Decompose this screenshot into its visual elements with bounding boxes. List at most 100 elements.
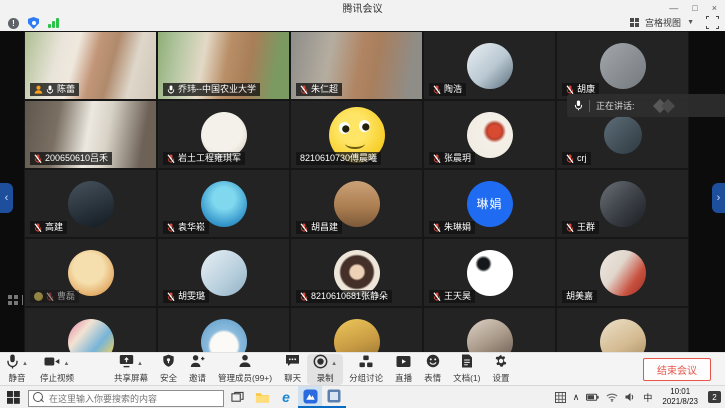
toolbar-item-chat[interactable]: 聊天 — [278, 354, 307, 385]
participant-name: 陈蕾 — [57, 83, 75, 96]
action-center-icon[interactable]: 2 — [708, 391, 721, 403]
toolbar-item-doc[interactable]: 文档(1) — [447, 354, 486, 385]
toolbar-item-share[interactable]: ▲共享屏幕 — [108, 354, 154, 385]
caret-up-icon[interactable]: ▲ — [63, 361, 69, 367]
toolbar-item-shield[interactable]: 安全 — [154, 354, 183, 385]
participant-name: 朱琳娟 — [444, 221, 471, 234]
mic-muted-icon — [167, 154, 175, 164]
participant-tile[interactable]: 朱仁超 — [291, 32, 422, 99]
maximize-button[interactable]: □ — [692, 3, 697, 13]
windows-taskbar: e ∧ 中 10:01 202 — [0, 385, 725, 408]
participant-tile[interactable]: 袁华崧 — [158, 170, 289, 237]
toolbar-item-breakout[interactable]: 分组讨论 — [343, 354, 389, 385]
start-button[interactable] — [0, 386, 26, 408]
file-explorer-button[interactable] — [250, 386, 274, 408]
emoji-icon — [426, 354, 440, 373]
tencent-meeting-app-button[interactable] — [298, 386, 322, 408]
tray-expand-icon[interactable]: ∧ — [573, 392, 580, 403]
avatar — [604, 116, 642, 154]
participant-tile[interactable]: 曹磊 — [25, 239, 156, 306]
participant-name: 王天昊 — [444, 290, 471, 303]
caret-up-icon[interactable]: ▲ — [331, 361, 337, 367]
speaker-icon[interactable] — [625, 392, 636, 402]
fullscreen-icon[interactable] — [706, 16, 719, 29]
toolbar-item-record[interactable]: ▲录制 — [307, 354, 343, 385]
toolbar-item-label: 聊天 — [284, 372, 301, 384]
ime-language-indicator[interactable]: 中 — [643, 391, 652, 404]
participant-tile[interactable]: 胡美嘉 — [557, 239, 688, 306]
participant-tile[interactable]: 8210610681张静朵 — [291, 239, 422, 306]
speaking-label: 正在讲话: — [596, 99, 635, 112]
participant-tile[interactable]: 胡雯璐 — [158, 239, 289, 306]
caret-up-icon[interactable]: ▲ — [137, 361, 143, 367]
next-page-button[interactable]: › — [712, 183, 725, 213]
battery-icon[interactable] — [586, 392, 599, 402]
toolbar-item-label: 静音 — [8, 372, 25, 384]
caret-up-icon[interactable]: ▲ — [22, 361, 28, 367]
participant-tile[interactable]: 胡昌建 — [291, 170, 422, 237]
mic-on-icon — [167, 85, 175, 95]
info-icon[interactable]: ! — [8, 18, 19, 29]
system-tray: ∧ 中 10:01 2021/8/23 2 — [555, 387, 725, 407]
participant-tile[interactable]: 8210610730傅晨曦 — [291, 101, 422, 168]
chevron-down-icon[interactable]: ▼ — [687, 19, 694, 26]
toolbar-item-label: 文档(1) — [453, 372, 480, 384]
participant-name: 胡美嘉 — [566, 290, 593, 303]
participant-tile[interactable]: 王天昊 — [424, 239, 555, 306]
camera-icon — [44, 355, 60, 373]
host-icon — [34, 85, 43, 94]
invite-icon — [190, 354, 205, 373]
reaction-emoji-icon — [34, 292, 43, 301]
close-button[interactable]: × — [712, 3, 717, 13]
logo-watermark-icon — [649, 99, 683, 113]
window-titlebar: 腾讯会议 — □ × — [0, 0, 725, 15]
participant-name: 曹磊 — [57, 290, 75, 303]
participant-tile[interactable]: 琳娟朱琳娟 — [424, 170, 555, 237]
participant-tile[interactable]: 岩土工程雍琪军 — [158, 101, 289, 168]
ime-toolbox-icon[interactable] — [555, 392, 566, 403]
search-input[interactable] — [28, 390, 224, 407]
participant-tile[interactable]: 高建 — [25, 170, 156, 237]
toolbar-item-camera[interactable]: ▲停止视频 — [34, 354, 80, 385]
toolbar-item-invite[interactable]: 邀请 — [183, 354, 212, 385]
toolbar-item-members[interactable]: 管理成员(99+) — [212, 354, 278, 385]
participant-name: 胡昌建 — [311, 221, 338, 234]
participant-tile[interactable]: 王群 — [557, 170, 688, 237]
task-view-button[interactable] — [224, 386, 250, 408]
avatar — [201, 181, 247, 227]
mic-muted-icon — [433, 292, 441, 302]
participant-label: crj — [562, 152, 591, 165]
participant-tile[interactable]: 陈蕾 — [25, 32, 156, 99]
participant-label: 陶浩 — [429, 83, 466, 96]
toolbar-item-emoji[interactable]: 表情 — [418, 354, 447, 385]
layout-overlay[interactable] — [8, 295, 23, 305]
video-stage: 陈蕾乔玮--中国农业大学朱仁超陶浩胡康200650610吕禾岩土工程雍琪军821… — [0, 31, 725, 385]
participant-tile[interactable]: 乔玮--中国农业大学 — [158, 32, 289, 99]
participant-name: 张晨玥 — [444, 152, 471, 165]
taskbar-search[interactable] — [28, 389, 224, 406]
toolbar-item-gear[interactable]: 设置 — [487, 354, 516, 385]
prev-page-button[interactable]: ‹ — [0, 183, 13, 213]
signal-icon[interactable] — [48, 18, 59, 28]
mic-muted-icon — [300, 223, 308, 233]
edge-browser-button[interactable]: e — [274, 386, 298, 408]
participant-tile[interactable]: 200650610吕禾 — [25, 101, 156, 168]
view-mode-selector[interactable]: 宫格视图 — [645, 16, 681, 29]
taskbar-clock[interactable]: 10:01 2021/8/23 — [662, 387, 698, 407]
participant-tile[interactable]: 张晨玥 — [424, 101, 555, 168]
toolbar-item-live[interactable]: 直播 — [389, 354, 418, 385]
participant-label: 曹磊 — [30, 290, 79, 303]
minimize-button[interactable]: — — [669, 3, 678, 13]
toolbar-item-mic[interactable]: ▲ 静音 — [0, 354, 34, 385]
avatar — [467, 43, 513, 89]
mic-icon — [6, 354, 19, 374]
windows-logo-icon — [7, 391, 20, 404]
wifi-icon[interactable] — [606, 392, 618, 402]
end-meeting-button[interactable]: 结束会议 — [643, 358, 711, 381]
participant-label: 乔玮--中国农业大学 — [163, 83, 260, 96]
shield-icon[interactable] — [28, 17, 39, 29]
participant-tile[interactable]: 胡康 — [557, 32, 688, 99]
pinned-app-button[interactable] — [322, 386, 346, 408]
participant-tile[interactable]: 陶浩 — [424, 32, 555, 99]
participant-name: 乔玮--中国农业大学 — [178, 83, 256, 96]
